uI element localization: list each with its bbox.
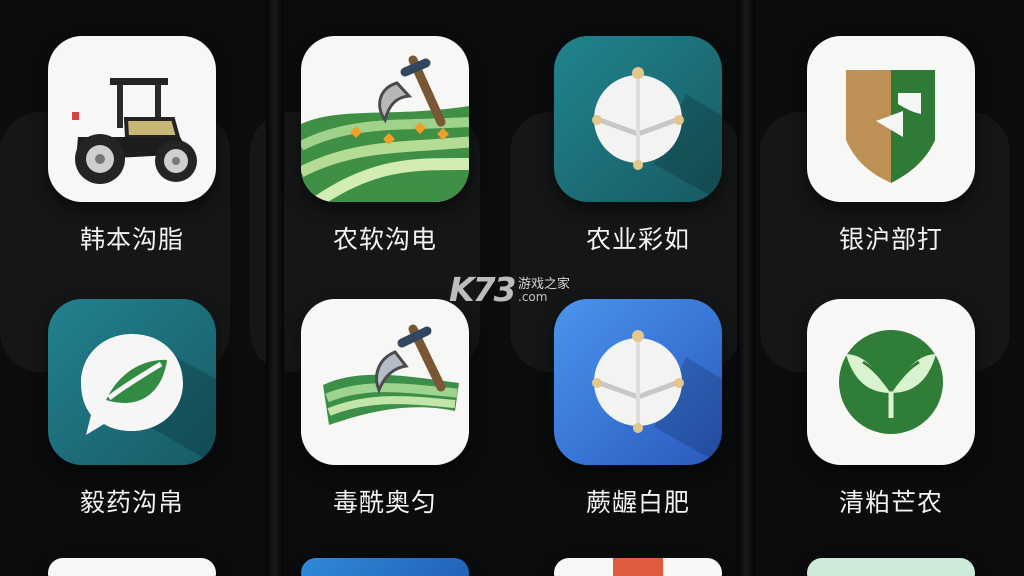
app-tile-field-2[interactable]: 毒酰奥匀	[299, 299, 471, 519]
app-label: 清粕芒农	[838, 488, 943, 517]
home-screen: 韩本沟脂 农软沟电 农业彩如 银沪部打 毅药沟帛 毒酰奥匀 蕨龌白肥 清粕芒农 …	[0, 0, 1024, 576]
white-orb-icon[interactable]	[554, 36, 722, 202]
app-label: 毒酰奥匀	[332, 488, 437, 517]
field-hoe-icon-graphic	[323, 324, 459, 425]
app-label: 蕨龌白肥	[585, 488, 690, 517]
column-divider	[737, 0, 755, 576]
leaf-chat-icon[interactable]	[48, 299, 216, 465]
app-label: 韩本沟脂	[79, 225, 184, 254]
white-orb-icon-graphic	[592, 330, 722, 465]
tractor-icon-graphic	[72, 78, 197, 184]
app-tile-field[interactable]: 农软沟电	[299, 36, 471, 256]
field-hoe-icon[interactable]	[301, 36, 469, 202]
app-tile-orb[interactable]: 农业彩如	[552, 36, 724, 256]
shield-icon-graphic	[846, 70, 935, 183]
watermark-brand: K73	[449, 270, 516, 309]
field-hoe-icon[interactable]	[301, 299, 469, 465]
white-orb-icon[interactable]	[554, 299, 722, 465]
app-tile-shield[interactable]: 银沪部打	[805, 36, 977, 256]
partial-app-icon[interactable]	[554, 558, 722, 576]
leaf-chat-icon-graphic	[81, 334, 216, 465]
app-tile-orb-2[interactable]: 蕨龌白肥	[552, 299, 724, 519]
watermark-domain: .com	[518, 290, 548, 304]
partial-app-icon[interactable]	[807, 558, 975, 576]
app-label: 毅药沟帛	[79, 488, 184, 517]
site-watermark: K73 游戏之家 .com	[449, 270, 584, 309]
app-tile-leaf-chat[interactable]: 毅药沟帛	[46, 299, 218, 519]
column-divider	[266, 0, 284, 576]
leaf-badge-icon[interactable]	[807, 299, 975, 465]
partial-app-icon[interactable]	[301, 558, 469, 576]
app-label: 农业彩如	[585, 225, 690, 254]
white-orb-icon-graphic	[592, 67, 722, 202]
app-label: 银沪部打	[838, 225, 943, 254]
partial-app-icon[interactable]	[48, 558, 216, 576]
field-hoe-icon-graphic	[301, 55, 469, 202]
leaf-badge-icon-graphic	[839, 330, 943, 434]
app-tile-tractor[interactable]: 韩本沟脂	[46, 36, 218, 256]
shield-icon[interactable]	[807, 36, 975, 202]
app-tile-leaf-badge[interactable]: 清粕芒农	[805, 299, 977, 519]
app-label: 农软沟电	[332, 225, 437, 254]
tractor-icon[interactable]	[48, 36, 216, 202]
